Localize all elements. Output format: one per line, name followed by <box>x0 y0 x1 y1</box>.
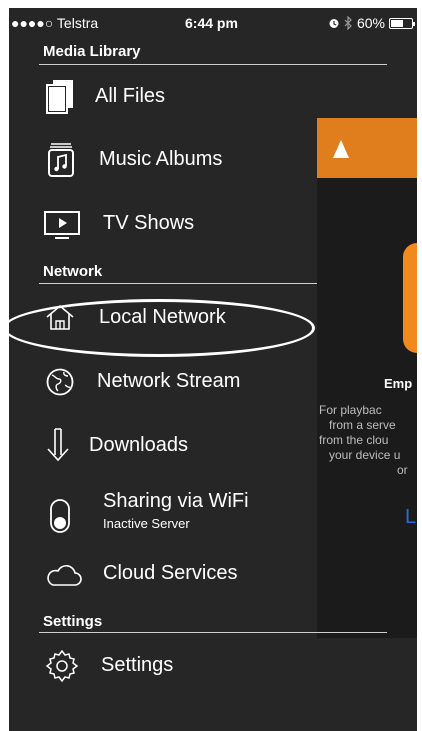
section-media-library: Media Library <box>43 43 141 60</box>
side-menu: Media Library All Files Music Albums TV … <box>9 8 417 731</box>
download-arrow-icon <box>47 428 69 462</box>
toggle-icon <box>50 499 70 533</box>
cloud-icon <box>47 565 82 586</box>
gear-icon <box>45 649 79 683</box>
menu-item-label: TV Shows <box>103 212 195 234</box>
section-network: Network <box>43 263 103 280</box>
menu-item-downloads[interactable]: Downloads <box>9 422 317 470</box>
globe-icon <box>46 368 74 396</box>
menu-item-label: Sharing via WiFi <box>103 490 249 512</box>
divider <box>39 64 387 65</box>
app-screen: ●●●●○ Telstra 6:44 pm 60% Emp For playba… <box>9 8 417 731</box>
menu-item-tv-shows[interactable]: TV Shows <box>9 200 317 248</box>
menu-item-settings[interactable]: Settings <box>9 642 317 690</box>
menu-item-sublabel: Inactive Server <box>103 516 190 531</box>
menu-item-label: Music Albums <box>99 148 223 170</box>
menu-item-label: Cloud Services <box>103 562 238 584</box>
menu-item-cloud-services[interactable]: Cloud Services <box>9 550 317 598</box>
menu-item-label: Downloads <box>89 434 188 456</box>
music-album-icon <box>48 143 74 177</box>
divider <box>39 283 317 284</box>
menu-item-network-stream[interactable]: Network Stream <box>9 358 317 406</box>
menu-item-all-files[interactable]: All Files <box>9 73 317 121</box>
section-settings: Settings <box>43 613 103 630</box>
tv-icon <box>44 211 80 239</box>
menu-item-label: All Files <box>95 85 166 107</box>
divider <box>39 632 387 633</box>
menu-item-label: Network Stream <box>97 370 241 392</box>
menu-item-sharing-wifi[interactable]: Sharing via WiFi Inactive Server <box>9 486 317 542</box>
files-icon <box>46 80 73 114</box>
menu-item-label: Settings <box>101 654 174 676</box>
highlight-circle <box>9 299 315 357</box>
menu-item-music-albums[interactable]: Music Albums <box>9 136 317 184</box>
